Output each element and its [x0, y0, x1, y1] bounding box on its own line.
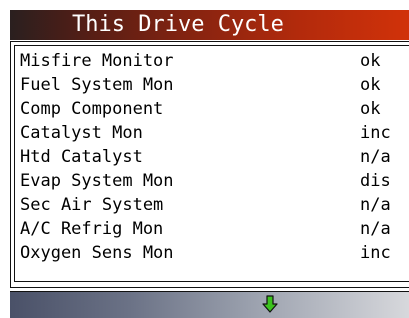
list-item-comp-component[interactable]: Comp Component ok [20, 97, 409, 121]
list-item-sec-air-system[interactable]: Sec Air System n/a [20, 193, 409, 217]
monitor-status: ok [360, 51, 381, 71]
list-item-misfire-monitor[interactable]: Misfire Monitor ok [20, 49, 409, 73]
monitor-list-frame: Misfire Monitor ok Fuel System Mon ok Co… [10, 41, 409, 288]
monitor-list[interactable]: Misfire Monitor ok Fuel System Mon ok Co… [14, 45, 409, 282]
monitor-status: dis [360, 171, 391, 191]
monitor-status: inc [360, 123, 391, 143]
title-bar: This Drive Cycle [10, 10, 409, 40]
monitor-label: Catalyst Mon [20, 123, 143, 143]
scan-tool-screen: This Drive Cycle Misfire Monitor ok Fuel… [0, 0, 409, 318]
monitor-status: inc [360, 243, 391, 263]
monitor-status: ok [360, 99, 381, 119]
monitor-label: Fuel System Mon [20, 75, 174, 95]
monitor-status: n/a [360, 195, 391, 215]
list-item-htd-catalyst[interactable]: Htd Catalyst n/a [20, 145, 409, 169]
monitor-status: n/a [360, 147, 391, 167]
list-item-fuel-system-mon[interactable]: Fuel System Mon ok [20, 73, 409, 97]
down-arrow-icon[interactable] [262, 295, 278, 314]
monitor-label: Htd Catalyst [20, 147, 143, 167]
list-item-ac-refrig-mon[interactable]: A/C Refrig Mon n/a [20, 217, 409, 241]
monitor-label: Oxygen Sens Mon [20, 243, 174, 263]
page-title: This Drive Cycle [72, 12, 284, 37]
monitor-label: Evap System Mon [20, 171, 174, 191]
monitor-status: n/a [360, 219, 391, 239]
monitor-status: ok [360, 75, 381, 95]
monitor-label: A/C Refrig Mon [20, 219, 164, 239]
scroll-bar-footer [10, 291, 409, 318]
list-item-oxygen-sens-mon[interactable]: Oxygen Sens Mon inc [20, 241, 409, 265]
monitor-label: Misfire Monitor [20, 51, 174, 71]
monitor-label: Comp Component [20, 99, 164, 119]
list-item-catalyst-mon[interactable]: Catalyst Mon inc [20, 121, 409, 145]
list-item-evap-system-mon[interactable]: Evap System Mon dis [20, 169, 409, 193]
monitor-label: Sec Air System [20, 195, 164, 215]
